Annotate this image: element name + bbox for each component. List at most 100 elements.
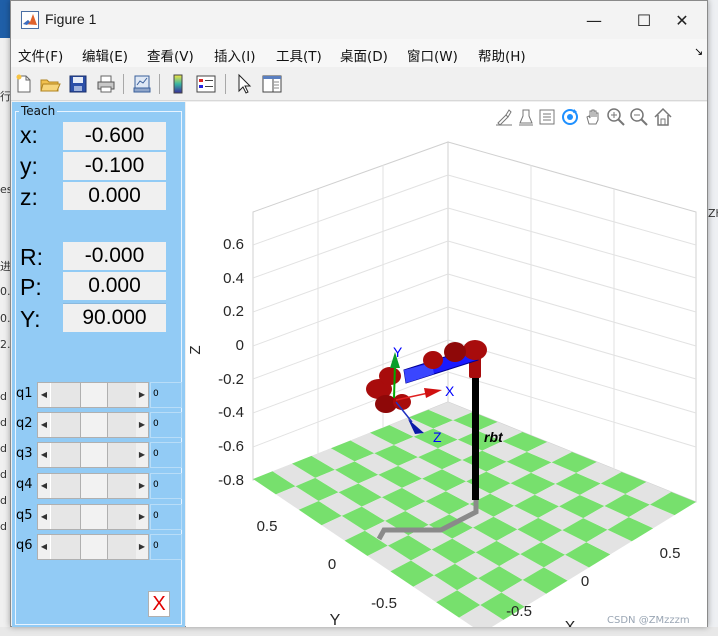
arrow-left-icon[interactable]: ◀ [38,443,50,467]
z-tick-label: 0.2 [223,303,244,320]
home-icon[interactable] [653,107,673,127]
zoom-out-icon[interactable] [629,107,649,127]
toolbar-separator [159,74,160,94]
joint-q3-label: q3 [16,446,33,461]
rotate-icon[interactable] [560,107,580,127]
arrow-left-icon[interactable]: ◀ [38,383,50,407]
joint-q4-slider[interactable]: ◀ ▶ [37,473,149,499]
zoom-in-icon[interactable] [606,107,626,127]
window-title: Figure 1 [45,11,97,27]
property-editor-icon[interactable] [261,73,283,95]
pointer-icon[interactable] [233,73,255,95]
teach-close-button[interactable]: X [148,591,170,617]
legend-icon[interactable] [195,73,217,95]
brush-icon[interactable] [494,107,514,127]
slider-thumb[interactable] [80,535,108,559]
joint-q5-slider[interactable]: ◀ ▶ [37,504,149,530]
background-text: 0. [0,312,10,325]
axes-area[interactable]: 0.6 0.4 0.2 0 -0.2 -0.4 -0.6 -0.8 Z 0.5 … [186,102,707,627]
robot-3d-plot[interactable]: 0.6 0.4 0.2 0 -0.2 -0.4 -0.6 -0.8 Z 0.5 … [186,102,707,627]
new-figure-icon[interactable] [13,73,35,95]
pos-x-value: -0.600 [63,122,166,150]
menu-view[interactable]: 查看(V) [147,45,194,65]
menu-tools[interactable]: 工具(T) [276,45,322,65]
title-bar[interactable]: Figure 1 — ☐ ✕ [11,1,707,39]
background-text: d [0,494,7,507]
menu-overflow-icon[interactable]: ↘ [694,45,703,58]
arrow-right-icon[interactable]: ▶ [136,474,148,498]
slider-thumb[interactable] [80,443,108,467]
frame-x-label: X [445,383,455,399]
arrow-left-icon[interactable]: ◀ [38,474,50,498]
arrow-right-icon[interactable]: ▶ [136,443,148,467]
menu-help[interactable]: 帮助(H) [478,45,526,65]
joint-q3-value[interactable]: 0 [150,442,182,468]
menu-desktop[interactable]: 桌面(D) [340,45,388,65]
arrow-left-icon[interactable]: ◀ [38,505,50,529]
joint-q1-value[interactable]: 0 [150,382,182,408]
close-window-button[interactable]: ✕ [657,1,707,39]
save-icon[interactable] [67,73,89,95]
joint-q3-slider[interactable]: ◀ ▶ [37,442,149,468]
background-text: 行 [0,90,10,103]
joint-q2-slider[interactable]: ◀ ▶ [37,412,149,438]
background-text: d [0,520,7,533]
data-tip-icon[interactable] [516,107,536,127]
pos-z-label: z: [20,184,38,210]
teach-panel: Teach x: -0.600 y: -0.100 z: 0.000 R: -0… [12,102,185,627]
background-window-bottom [0,627,718,636]
background-text: d [0,468,7,481]
arrow-right-icon[interactable]: ▶ [136,383,148,407]
arrow-right-icon[interactable]: ▶ [136,413,148,437]
y-axis-label: Y [330,612,341,627]
y-tick-label: 0.5 [257,518,278,535]
z-tick-label: -0.8 [218,472,244,489]
minimize-button[interactable]: — [569,1,619,39]
z-tick-label: -0.2 [218,371,244,388]
orient-r-value: -0.000 [63,242,166,270]
y-tick-label: -0.5 [371,595,397,612]
pan-icon[interactable] [583,107,603,127]
joint-q6-value[interactable]: 0 [150,534,182,560]
robot-name-label: rbt [484,429,504,445]
background-window-right: Zh [708,0,718,636]
frame-y-label: Y [393,344,403,360]
orient-p-value: 0.000 [63,272,166,300]
menu-window[interactable]: 窗口(W) [407,45,458,65]
joint-q2-value[interactable]: 0 [150,412,182,438]
arrow-right-icon[interactable]: ▶ [136,505,148,529]
joint-q4-value[interactable]: 0 [150,473,182,499]
slider-thumb[interactable] [80,413,108,437]
legend-toggle-icon[interactable] [537,107,557,127]
slider-thumb[interactable] [80,505,108,529]
robot-joint-elbow [423,351,443,369]
pos-z-value: 0.000 [63,182,166,210]
open-file-icon[interactable] [39,73,61,95]
menu-insert[interactable]: 插入(I) [214,45,256,65]
robot-joint-wrist0 [379,367,401,385]
joint-q5-value[interactable]: 0 [150,504,182,530]
joint-q5-label: q5 [16,508,33,523]
figure-window: Figure 1 — ☐ ✕ 文件(F) 编辑(E) 查看(V) 插入(I) 工… [10,0,708,627]
background-text: d [0,416,7,429]
z-tick-label: -0.6 [218,438,244,455]
slider-thumb[interactable] [80,383,108,407]
matlab-logo-icon [21,11,39,29]
z-axis-label: Z [187,345,204,354]
joint-q6-slider[interactable]: ◀ ▶ [37,534,149,560]
toolbar-separator [123,74,124,94]
arrow-right-icon[interactable]: ▶ [136,535,148,559]
arrow-left-icon[interactable]: ◀ [38,413,50,437]
orient-y-value: 90.000 [63,303,166,332]
menu-file[interactable]: 文件(F) [18,45,63,65]
background-text: d [0,390,7,403]
colorbar-icon[interactable] [167,73,189,95]
arrow-left-icon[interactable]: ◀ [38,535,50,559]
menu-edit[interactable]: 编辑(E) [82,45,128,65]
link-plot-icon[interactable] [131,73,153,95]
print-icon[interactable] [95,73,117,95]
background-text: Zh [708,207,718,220]
joint-q1-slider[interactable]: ◀ ▶ [37,382,149,408]
z-tick-label: -0.4 [218,404,244,421]
slider-thumb[interactable] [80,474,108,498]
